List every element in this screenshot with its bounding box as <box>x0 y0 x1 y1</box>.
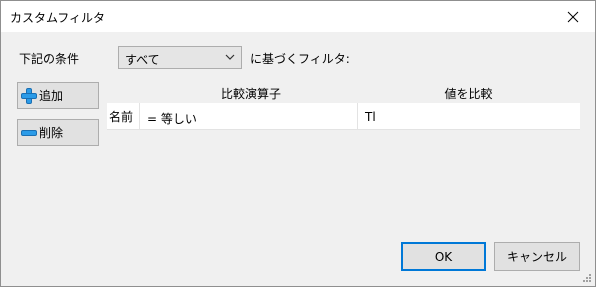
condition-select-value: すべて <box>125 53 160 67</box>
cancel-button[interactable]: キャンセル <box>494 242 580 271</box>
column-header-operator[interactable]: 比較演算子 <box>145 85 357 102</box>
row-operator-cell[interactable]: = 等しい <box>147 110 197 127</box>
condition-prefix-label: 下記の条件 <box>19 52 80 66</box>
custom-filter-dialog: カスタムフィルタ 下記の条件 すべて に基づくフィルタ: 追加 削除 比較演算子… <box>0 0 596 287</box>
add-button-label: 追加 <box>39 89 64 103</box>
chevron-down-icon <box>225 54 235 60</box>
resize-grip-icon[interactable] <box>582 273 592 283</box>
column-header-value[interactable]: 値を比較 <box>357 85 580 102</box>
row-value-cell[interactable]: Tl <box>365 110 376 124</box>
condition-suffix-label: に基づくフィルタ: <box>250 52 350 66</box>
window-title: カスタムフィルタ <box>10 11 106 25</box>
remove-button[interactable]: 削除 <box>17 119 99 146</box>
row-field-name[interactable]: 名前 <box>109 108 133 125</box>
plus-icon <box>21 87 37 104</box>
column-divider <box>357 103 358 129</box>
row-divider <box>107 129 580 130</box>
remove-button-label: 削除 <box>39 126 64 140</box>
close-button[interactable] <box>551 1 595 32</box>
table-header: 比較演算子 値を比較 <box>107 81 580 103</box>
ok-button[interactable]: OK <box>401 242 486 271</box>
filter-table: 比較演算子 値を比較 名前 = 等しい Tl <box>107 81 580 130</box>
add-button[interactable]: 追加 <box>17 82 99 109</box>
column-divider <box>139 103 140 129</box>
title-bar: カスタムフィルタ <box>1 1 595 32</box>
minus-icon <box>21 129 37 136</box>
close-icon <box>567 11 579 22</box>
condition-select[interactable]: すべて <box>118 46 242 69</box>
